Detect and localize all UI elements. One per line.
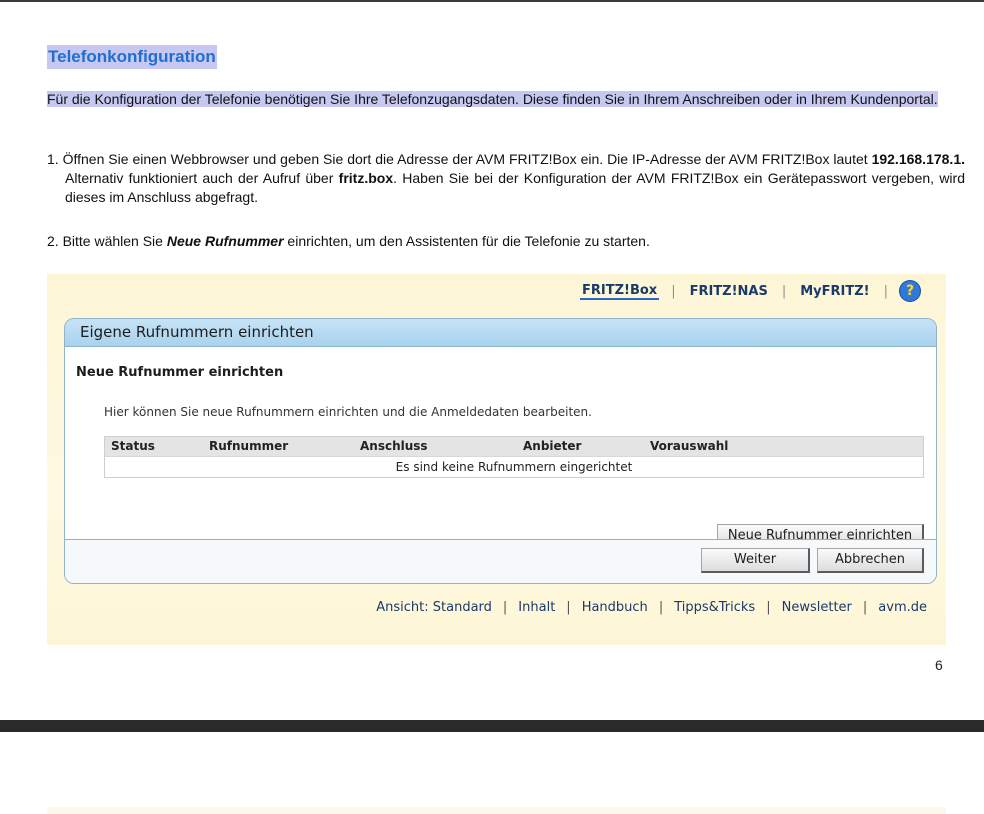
nav-myfritz[interactable]: MyFRITZ! bbox=[798, 284, 871, 299]
help-icon[interactable]: ? bbox=[900, 281, 920, 301]
nav-separator: | bbox=[671, 283, 676, 299]
nav-fritznas[interactable]: FRITZ!NAS bbox=[688, 284, 770, 299]
step-2: 2. Bitte wählen Sie Neue Rufnummer einri… bbox=[47, 232, 965, 251]
page-number: 6 bbox=[935, 657, 943, 673]
footer-link-view[interactable]: Ansicht: Standard bbox=[376, 600, 492, 615]
ip-address: 192.168.178.1. bbox=[871, 151, 965, 167]
footer-separator: | bbox=[766, 600, 771, 615]
section-title: Neue Rufnummer einrichten bbox=[76, 365, 284, 380]
footer-link-contents[interactable]: Inhalt bbox=[518, 600, 555, 615]
footer-separator: | bbox=[862, 600, 868, 615]
footer-link-tips[interactable]: Tipps&Tricks bbox=[674, 600, 755, 615]
fritzbox-screenshot: FRITZ!Box | FRITZ!NAS | MyFRITZ! | ? Eig… bbox=[47, 274, 946, 645]
numbers-table: Status Rufnummer Anschluss Anbieter Vora… bbox=[104, 436, 924, 478]
document-page: Telefonkonfiguration Für die Konfigurati… bbox=[0, 2, 984, 720]
step-1: 1. Öffnen Sie einen Webbrowser und geben… bbox=[47, 150, 965, 207]
step2-emphasis: Neue Rufnummer bbox=[166, 233, 284, 249]
top-navigation: FRITZ!Box | FRITZ!NAS | MyFRITZ! | ? bbox=[580, 280, 920, 302]
next-page-strip bbox=[47, 807, 946, 814]
nav-separator: | bbox=[883, 283, 888, 299]
footer-separator: | bbox=[566, 600, 571, 615]
footer-links: Ansicht: Standard | Inhalt | Handbuch | … bbox=[376, 600, 927, 615]
table-header: Status Rufnummer Anschluss Anbieter Vora… bbox=[105, 437, 923, 456]
footer-link-avm[interactable]: avm.de bbox=[878, 600, 927, 615]
panel-footer: Weiter Abbrechen bbox=[65, 539, 936, 583]
next-button[interactable]: Weiter bbox=[701, 548, 810, 573]
table-empty-row: Es sind keine Rufnummern eingerichtet bbox=[105, 456, 923, 477]
fritz-box-host: fritz.box bbox=[338, 170, 394, 186]
step2-suffix: einrichten, um den Assistenten für die T… bbox=[283, 233, 650, 249]
step2-prefix: 2. Bitte wählen Sie bbox=[47, 233, 167, 249]
intro-paragraph: Für die Konfiguration der Telefonie benö… bbox=[47, 90, 949, 109]
column-anbieter: Anbieter bbox=[523, 439, 582, 453]
footer-separator: | bbox=[658, 600, 664, 615]
next-page bbox=[0, 732, 984, 814]
nav-separator: | bbox=[781, 283, 787, 299]
step1-prefix: 1. Öffnen Sie einen Webbrowser und geben… bbox=[47, 151, 872, 167]
panel-title: Eigene Rufnummern einrichten bbox=[65, 319, 936, 347]
page-gap bbox=[0, 720, 984, 732]
step1-middle: Alternativ funktioniert auch der Aufruf … bbox=[65, 170, 339, 186]
column-status: Status bbox=[111, 439, 155, 453]
page-title: Telefonkonfiguration bbox=[47, 45, 217, 69]
panel-body: Neue Rufnummer einrichten Hier können Si… bbox=[65, 347, 936, 549]
nav-fritzbox[interactable]: FRITZ!Box bbox=[580, 283, 660, 300]
numbers-panel: Eigene Rufnummern einrichten Neue Rufnum… bbox=[64, 318, 937, 584]
panel-description: Hier können Sie neue Rufnummern einricht… bbox=[104, 405, 592, 419]
column-anschluss: Anschluss bbox=[360, 439, 428, 453]
footer-separator: | bbox=[502, 600, 508, 615]
footer-link-manual[interactable]: Handbuch bbox=[582, 600, 648, 615]
column-rufnummer: Rufnummer bbox=[209, 439, 289, 453]
cancel-button[interactable]: Abbrechen bbox=[817, 548, 924, 573]
footer-link-newsletter[interactable]: Newsletter bbox=[782, 600, 852, 615]
column-vorauswahl: Vorauswahl bbox=[650, 439, 729, 453]
intro-highlight: Für die Konfiguration der Telefonie benö… bbox=[47, 91, 938, 107]
